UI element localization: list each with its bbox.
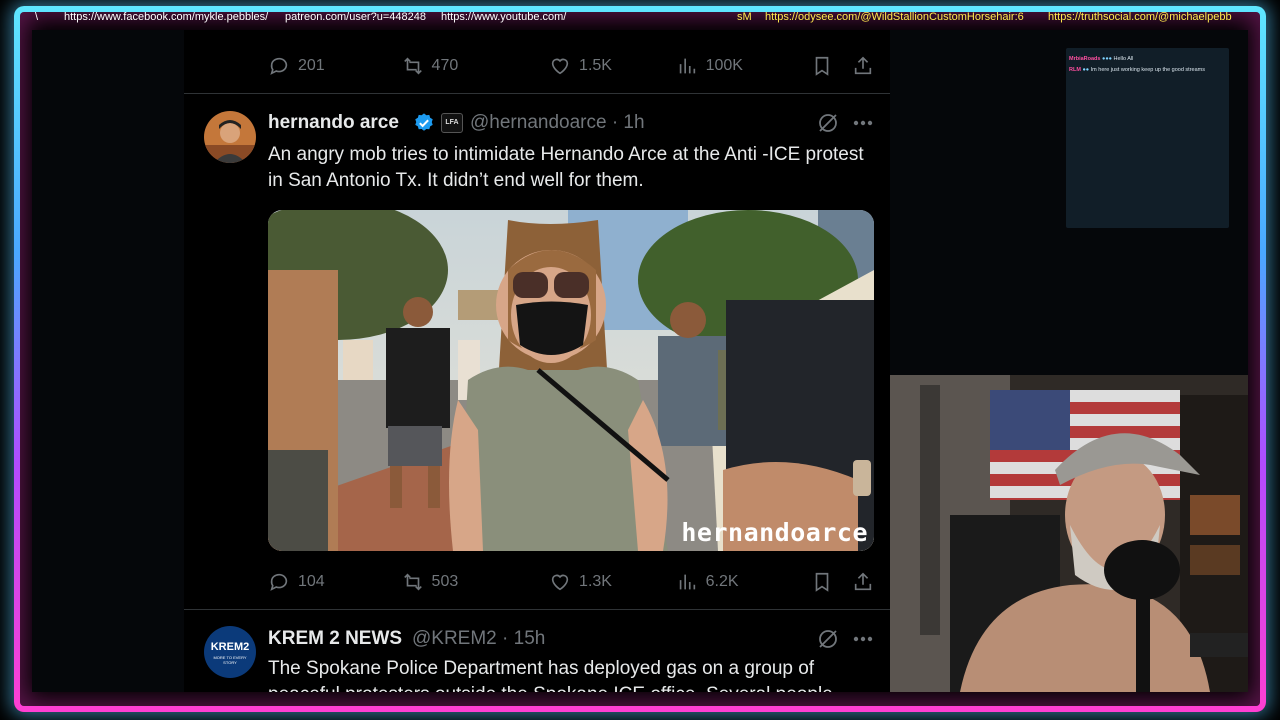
- chat-username: MrbiaRoads: [1069, 56, 1101, 62]
- more-icon: [853, 636, 873, 642]
- chat-username: RLM: [1069, 67, 1081, 73]
- ticker-link-short[interactable]: sM: [737, 11, 752, 23]
- views-button[interactable]: 6.2K: [676, 571, 812, 593]
- link-ticker: \ https://www.facebook.com/mykle.pebbles…: [20, 11, 1260, 27]
- heart-icon: [551, 574, 569, 591]
- ticker-link-patreon[interactable]: patreon.com/user?u=448248: [285, 11, 426, 23]
- tweet-text: An angry mob tries to intimidate Hernand…: [268, 144, 864, 191]
- repost-count: 503: [431, 573, 459, 590]
- share-icon: [854, 572, 872, 591]
- video-frame: [268, 210, 874, 551]
- bookmark-icon: [815, 56, 829, 76]
- reply-button[interactable]: 201: [268, 55, 402, 77]
- chat-emote-icon: ●●: [1082, 67, 1090, 73]
- chat-overlay: MrbiaRoads ●●● Hello All RLM ●● Im here …: [1066, 48, 1229, 228]
- share-icon: [854, 56, 872, 75]
- reply-count: 104: [298, 573, 325, 590]
- more-icon: [853, 120, 873, 126]
- views-icon: [679, 574, 695, 590]
- chat-emote-icon: ●●●: [1102, 56, 1112, 62]
- avatar-logo-text: KREM2: [210, 641, 250, 653]
- avatar-logo-sub: MORE TO EVERY STORY: [213, 655, 247, 665]
- heart-icon: [551, 58, 569, 75]
- affiliate-badge[interactable]: LFA: [441, 113, 463, 133]
- author-name[interactable]: hernando arce: [268, 112, 399, 134]
- ticker-link-truthsocial[interactable]: https://truthsocial.com/@michaelpebb: [1048, 11, 1240, 23]
- chat-message: RLM ●● Im here just working keep up the …: [1069, 67, 1205, 73]
- bookmark-button[interactable]: [811, 571, 852, 593]
- bookmark-button[interactable]: [811, 55, 852, 77]
- more-button[interactable]: [851, 111, 875, 135]
- handle-text: @hernandoarce: [470, 112, 607, 133]
- author-handle[interactable]: @hernandoarce · 1h: [470, 112, 645, 134]
- video-watermark: hernandoarce: [681, 518, 868, 547]
- handle-text: @KREM2: [412, 628, 497, 649]
- chat-message: MrbiaRoads ●●● Hello All: [1069, 56, 1133, 62]
- repost-icon: [403, 573, 422, 591]
- like-button[interactable]: 1.3K: [549, 571, 676, 593]
- webcam-feed: [890, 375, 1248, 692]
- webcam-image: [890, 375, 1248, 692]
- ticker-mark: \: [35, 11, 39, 23]
- grok-button[interactable]: [816, 627, 840, 651]
- verified-icon: [413, 112, 435, 134]
- post-time[interactable]: · 1h: [612, 112, 645, 133]
- avatar[interactable]: KREM2 MORE TO EVERY STORY: [204, 626, 256, 678]
- tweet-actions: 104 503 1.3K 6.2K: [268, 570, 874, 594]
- repost-button[interactable]: 470: [402, 55, 550, 77]
- post-time[interactable]: · 15h: [502, 628, 545, 649]
- grok-icon: [819, 114, 837, 132]
- views-button[interactable]: 100K: [676, 55, 812, 77]
- repost-icon: [403, 57, 422, 75]
- share-button[interactable]: [852, 55, 874, 77]
- divider: [184, 93, 890, 94]
- views-count: 6.2K: [705, 573, 739, 590]
- like-count: 1.5K: [579, 57, 612, 74]
- like-count: 1.3K: [579, 573, 612, 590]
- ticker-link-odysee[interactable]: https://odysee.com/@WildStallionCustomHo…: [765, 11, 1024, 23]
- bookmark-icon: [815, 572, 829, 592]
- grok-button[interactable]: [816, 111, 840, 135]
- like-button[interactable]: 1.5K: [549, 55, 676, 77]
- more-button[interactable]: [851, 627, 875, 651]
- grok-icon: [819, 630, 837, 648]
- repost-count: 470: [431, 57, 459, 74]
- reply-button[interactable]: 104: [268, 571, 402, 593]
- tweet-text: The Spokane Police Department has deploy…: [268, 658, 833, 692]
- ticker-link-facebook[interactable]: https://www.facebook.com/mykle.pebbles/: [64, 11, 268, 23]
- prev-tweet-actions: 201 470 1.5K 100K: [268, 54, 874, 78]
- avatar[interactable]: [204, 111, 256, 163]
- divider: [184, 609, 890, 610]
- reply-count: 201: [298, 57, 325, 74]
- chat-text: Im here just working keep up the good st…: [1090, 67, 1205, 73]
- repost-button[interactable]: 503: [402, 571, 550, 593]
- ticker-link-youtube[interactable]: https://www.youtube.com/: [441, 11, 572, 23]
- tweet-feed[interactable]: 201 470 1.5K 100K hernando arce LFA @her…: [184, 30, 890, 692]
- reply-icon: [270, 573, 288, 591]
- share-button[interactable]: [852, 571, 874, 593]
- views-icon: [679, 58, 695, 74]
- views-count: 100K: [705, 57, 743, 74]
- chat-text: Hello All: [1113, 56, 1134, 62]
- tweet-video[interactable]: hernandoarce: [268, 210, 874, 551]
- reply-icon: [270, 57, 288, 75]
- author-handle[interactable]: @KREM2 · 15h: [412, 628, 545, 650]
- author-name[interactable]: KREM 2 NEWS: [268, 628, 402, 650]
